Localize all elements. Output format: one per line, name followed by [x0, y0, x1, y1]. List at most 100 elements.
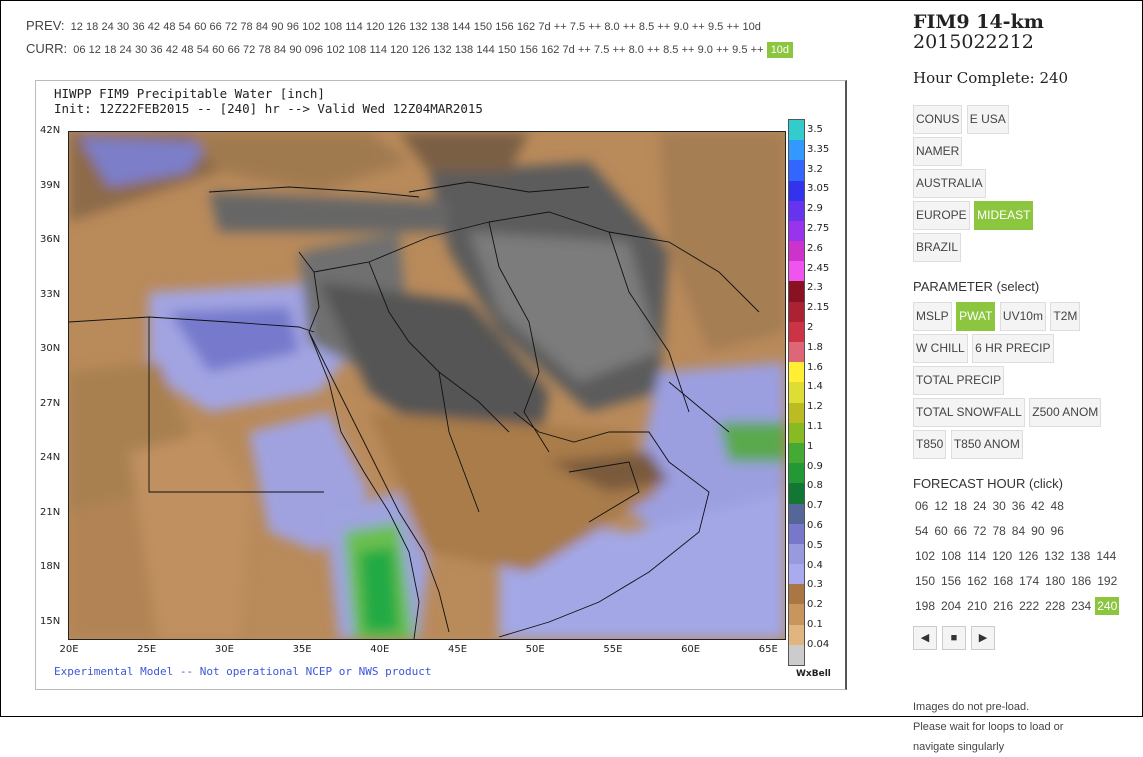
prev-hour-link[interactable]: 24	[101, 21, 113, 33]
curr-hour-link[interactable]: 06	[73, 44, 85, 56]
forecast-hour-link[interactable]: 210	[965, 597, 989, 615]
curr-hour-link[interactable]: 114	[369, 44, 387, 56]
curr-hour-link[interactable]: 36	[150, 44, 162, 56]
region-button-namer[interactable]: NAMER	[913, 137, 963, 166]
forecast-hour-link[interactable]: 174	[1017, 572, 1041, 590]
prev-hour-link[interactable]: 18	[86, 21, 98, 33]
curr-hour-link[interactable]: 9.5	[732, 44, 747, 56]
prev-hour-link[interactable]: 42	[148, 21, 160, 33]
region-button-australia[interactable]: AUSTRALIA	[913, 169, 986, 198]
forecast-hour-link[interactable]: 54	[913, 522, 930, 540]
curr-hour-link[interactable]: 18	[104, 44, 116, 56]
curr-hour-link[interactable]: 7.5	[594, 44, 609, 56]
param-button-w-chill[interactable]: W CHILL	[913, 334, 968, 363]
prev-hour-link[interactable]: 120	[366, 21, 384, 33]
curr-hour-link[interactable]: 10d	[766, 42, 794, 58]
prev-hour-link[interactable]: 54	[179, 21, 191, 33]
curr-hour-link[interactable]: 138	[455, 44, 473, 56]
curr-hour-link[interactable]: 24	[120, 44, 132, 56]
next-frame-button[interactable]: ▶	[971, 626, 995, 650]
curr-hour-link[interactable]: ++	[647, 44, 660, 56]
forecast-hour-link[interactable]: 240	[1095, 597, 1120, 615]
forecast-hour-link[interactable]: 222	[1017, 597, 1041, 615]
prev-hour-link[interactable]: 108	[324, 21, 342, 33]
forecast-hour-link[interactable]: 90	[1029, 522, 1046, 540]
param-button-total-snowfall[interactable]: TOTAL SNOWFALL	[913, 398, 1025, 427]
forecast-hour-link[interactable]: 228	[1043, 597, 1067, 615]
curr-hour-link[interactable]: ++	[578, 44, 591, 56]
prev-hour-link[interactable]: 138	[431, 21, 449, 33]
forecast-hour-link[interactable]: 150	[913, 572, 937, 590]
param-button-z500-anom[interactable]: Z500 ANOM	[1029, 398, 1102, 427]
forecast-hour-link[interactable]: 198	[913, 597, 937, 615]
forecast-hour-link[interactable]: 66	[952, 522, 969, 540]
prev-hour-link[interactable]: 78	[240, 21, 252, 33]
region-button-mideast[interactable]: MIDEAST	[974, 201, 1034, 230]
prev-hour-link[interactable]: 156	[495, 21, 513, 33]
curr-hour-link[interactable]: 126	[412, 44, 430, 56]
prev-hour-link[interactable]: ++	[588, 21, 601, 33]
forecast-hour-link[interactable]: 132	[1042, 547, 1066, 565]
prev-hour-link[interactable]: ++	[623, 21, 636, 33]
param-button-t2m[interactable]: T2M	[1050, 302, 1081, 331]
prev-hour-link[interactable]: 132	[409, 21, 427, 33]
param-button-6-hr-precip[interactable]: 6 HR PRECIP	[972, 334, 1054, 363]
forecast-hour-link[interactable]: 102	[913, 547, 937, 565]
forecast-hour-link[interactable]: 06	[913, 497, 930, 515]
prev-hour-link[interactable]: 72	[225, 21, 237, 33]
region-button-conus[interactable]: CONUS	[913, 105, 963, 134]
curr-hour-link[interactable]: 108	[348, 44, 366, 56]
forecast-hour-link[interactable]: 78	[990, 522, 1007, 540]
prev-hour-link[interactable]: ++	[692, 21, 705, 33]
curr-hour-link[interactable]: 78	[258, 44, 270, 56]
prev-hour-link[interactable]: 9.0	[673, 21, 688, 33]
forecast-hour-link[interactable]: 216	[991, 597, 1015, 615]
forecast-hour-link[interactable]: 108	[939, 547, 963, 565]
curr-hour-link[interactable]: 150	[498, 44, 516, 56]
curr-hour-link[interactable]: 48	[181, 44, 193, 56]
curr-hour-link[interactable]: 096	[305, 44, 323, 56]
curr-hour-link[interactable]: 120	[390, 44, 408, 56]
prev-hour-link[interactable]: 162	[517, 21, 535, 33]
region-button-e-usa[interactable]: E USA	[966, 105, 1009, 134]
forecast-hour-link[interactable]: 120	[990, 547, 1014, 565]
curr-hour-link[interactable]: 9.0	[698, 44, 713, 56]
curr-hour-link[interactable]: 7d	[563, 44, 575, 56]
param-button-t850-anom[interactable]: T850 ANOM	[950, 430, 1023, 459]
prev-hour-link[interactable]: ++	[554, 21, 567, 33]
forecast-hour-link[interactable]: 168	[991, 572, 1015, 590]
prev-hour-link[interactable]: 48	[163, 21, 175, 33]
prev-hour-link[interactable]: 7.5	[570, 21, 585, 33]
curr-hour-link[interactable]: 162	[541, 44, 559, 56]
prev-hour-link[interactable]: ++	[657, 21, 670, 33]
param-button-t850[interactable]: T850	[913, 430, 947, 459]
curr-hour-link[interactable]: ++	[751, 44, 764, 56]
curr-hour-link[interactable]: 8.5	[663, 44, 678, 56]
curr-hour-link[interactable]: 42	[166, 44, 178, 56]
curr-hour-link[interactable]: 72	[243, 44, 255, 56]
forecast-hour-link[interactable]: 162	[965, 572, 989, 590]
curr-hour-link[interactable]: ++	[682, 44, 695, 56]
forecast-hour-link[interactable]: 186	[1069, 572, 1093, 590]
prev-hour-link[interactable]: 9.5	[708, 21, 723, 33]
prev-hour-link[interactable]: ++	[726, 21, 739, 33]
prev-hour-link[interactable]: 8.0	[604, 21, 619, 33]
prev-hour-link[interactable]: 90	[271, 21, 283, 33]
curr-hour-link[interactable]: 66	[228, 44, 240, 56]
forecast-hour-link[interactable]: 18	[952, 497, 969, 515]
curr-hour-link[interactable]: ++	[716, 44, 729, 56]
curr-hour-link[interactable]: 12	[89, 44, 101, 56]
curr-hour-link[interactable]: 8.0	[629, 44, 644, 56]
prev-hour-link[interactable]: 36	[132, 21, 144, 33]
prev-hour-link[interactable]: 7d	[538, 21, 550, 33]
prev-hour-link[interactable]: 102	[302, 21, 320, 33]
stop-loop-button[interactable]: ■	[942, 626, 966, 650]
prev-hour-link[interactable]: 10d	[743, 21, 761, 33]
curr-hour-link[interactable]: 102	[326, 44, 344, 56]
param-button-uv10m[interactable]: UV10m	[999, 302, 1046, 331]
curr-hour-link[interactable]: 54	[197, 44, 209, 56]
region-button-brazil[interactable]: BRAZIL	[913, 233, 962, 262]
curr-hour-link[interactable]: 30	[135, 44, 147, 56]
param-button-total-precip[interactable]: TOTAL PRECIP	[913, 366, 1005, 395]
forecast-hour-link[interactable]: 180	[1043, 572, 1067, 590]
